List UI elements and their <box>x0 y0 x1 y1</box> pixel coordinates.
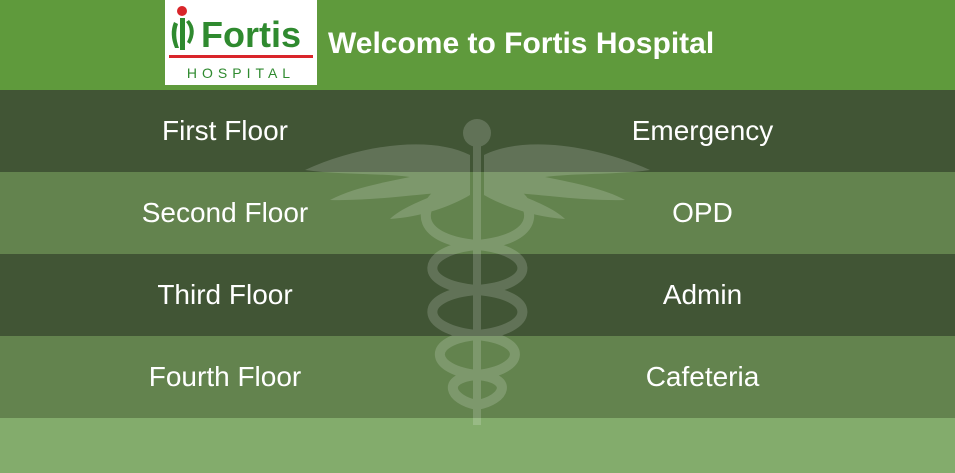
floor-button-third[interactable]: Third Floor <box>0 254 450 336</box>
department-button-admin[interactable]: Admin <box>450 254 955 336</box>
floor-row-4: Fourth Floor Cafeteria <box>0 336 955 418</box>
floor-button-second[interactable]: Second Floor <box>0 172 450 254</box>
fortis-logo: Fortis HOSPITAL <box>165 0 317 85</box>
floor-row-1: First Floor Emergency <box>0 90 955 172</box>
header-bar: Fortis HOSPITAL Welcome to Fortis Hospit… <box>0 0 955 90</box>
logo-subtext: HOSPITAL <box>187 65 295 81</box>
floor-button-fourth[interactable]: Fourth Floor <box>0 336 450 418</box>
fortis-logo-icon: Fortis HOSPITAL <box>169 6 313 81</box>
floor-row-3: Third Floor Admin <box>0 254 955 336</box>
logo-wordmark: Fortis <box>201 14 301 55</box>
department-button-cafeteria[interactable]: Cafeteria <box>450 336 955 418</box>
floor-row-2: Second Floor OPD <box>0 172 955 254</box>
page-title: Welcome to Fortis Hospital <box>328 27 715 60</box>
kiosk-screen: Fortis HOSPITAL Welcome to Fortis Hospit… <box>0 0 955 473</box>
department-button-emergency[interactable]: Emergency <box>450 90 955 172</box>
department-button-opd[interactable]: OPD <box>450 172 955 254</box>
floor-button-first[interactable]: First Floor <box>0 90 450 172</box>
